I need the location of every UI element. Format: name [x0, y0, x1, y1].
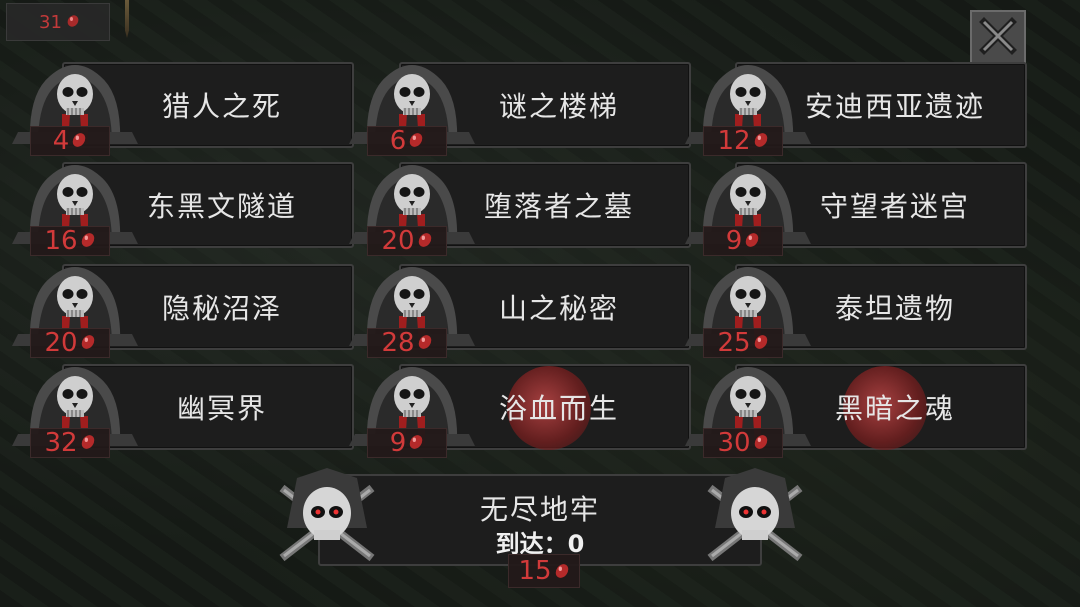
- dungeon-cost-value: 20: [44, 328, 78, 358]
- endless-cost-value: 15: [518, 556, 552, 586]
- red-gem-icon: [80, 430, 96, 456]
- dungeon-card[interactable]: 浴血而生 9: [337, 362, 691, 458]
- red-gem-icon: [753, 128, 769, 154]
- dungeon-card[interactable]: 东黑文隧道 16: [0, 160, 354, 256]
- dungeon-card[interactable]: 安迪西亚遗迹 12: [673, 60, 1027, 156]
- dungeon-cost-badge: 30: [703, 428, 783, 458]
- red-gem-icon: [417, 228, 433, 254]
- dungeon-card[interactable]: 堕落者之墓 20: [337, 160, 691, 256]
- dungeon-cost-badge: 12: [703, 126, 783, 156]
- dungeon-card[interactable]: 谜之楼梯 6: [337, 60, 691, 156]
- dungeon-cost-value: 16: [44, 226, 78, 256]
- dungeon-cost-value: 25: [717, 328, 751, 358]
- crossed-swords-skull-icon: [272, 468, 382, 568]
- dungeon-cost-value: 28: [381, 328, 415, 358]
- dungeon-cost-value: 20: [381, 226, 415, 256]
- dungeon-card[interactable]: 幽冥界 32: [0, 362, 354, 458]
- dungeon-cost-value: 30: [717, 428, 751, 458]
- dungeon-cost-value: 4: [52, 126, 70, 156]
- dungeon-cost-value: 9: [389, 428, 407, 458]
- endless-cost-badge: 15: [508, 554, 580, 588]
- dungeon-cost-badge: 32: [30, 428, 110, 458]
- red-gem-icon: [80, 228, 96, 254]
- gem-currency-counter: 31: [6, 3, 110, 41]
- dungeon-card[interactable]: 黑暗之魂 30: [673, 362, 1027, 458]
- dungeon-card[interactable]: 泰坦遗物 25: [673, 262, 1027, 358]
- red-gem-icon: [417, 330, 433, 356]
- close-button[interactable]: [970, 10, 1026, 66]
- dungeon-cost-badge: 20: [30, 328, 110, 358]
- crossed-swords-skull-icon: [700, 468, 810, 568]
- red-gem-icon: [744, 228, 760, 254]
- close-x-icon: [978, 16, 1018, 60]
- dungeon-cost-badge: 16: [30, 226, 110, 256]
- red-gem-icon: [80, 330, 96, 356]
- red-gem-icon: [71, 128, 87, 154]
- red-gem-icon: [408, 430, 424, 456]
- endless-dungeon-title: 无尽地牢: [479, 493, 600, 526]
- dungeon-cost-badge: 9: [367, 428, 447, 458]
- red-gem-icon: [66, 12, 80, 33]
- dungeon-cost-badge: 20: [367, 226, 447, 256]
- dungeon-card[interactable]: 隐秘沼泽 20: [0, 262, 354, 358]
- dungeon-card[interactable]: 山之秘密 28: [337, 262, 691, 358]
- red-gem-icon: [753, 330, 769, 356]
- dungeon-cost-badge: 25: [703, 328, 783, 358]
- dungeon-cost-badge: 4: [30, 126, 110, 156]
- dungeon-cost-value: 32: [44, 428, 78, 458]
- red-gem-icon: [408, 128, 424, 154]
- dungeon-card[interactable]: 猎人之死 4: [0, 60, 354, 156]
- dungeon-cost-value: 9: [725, 226, 743, 256]
- dungeon-card[interactable]: 守望者迷宫 9: [673, 160, 1027, 256]
- dungeon-cost-badge: 9: [703, 226, 783, 256]
- red-gem-icon: [555, 564, 568, 578]
- dungeon-cost-badge: 6: [367, 126, 447, 156]
- currency-value: 31: [39, 11, 62, 33]
- red-gem-icon: [753, 430, 769, 456]
- dungeon-cost-badge: 28: [367, 328, 447, 358]
- dungeon-cost-value: 12: [717, 126, 751, 156]
- dungeon-cost-value: 6: [389, 126, 407, 156]
